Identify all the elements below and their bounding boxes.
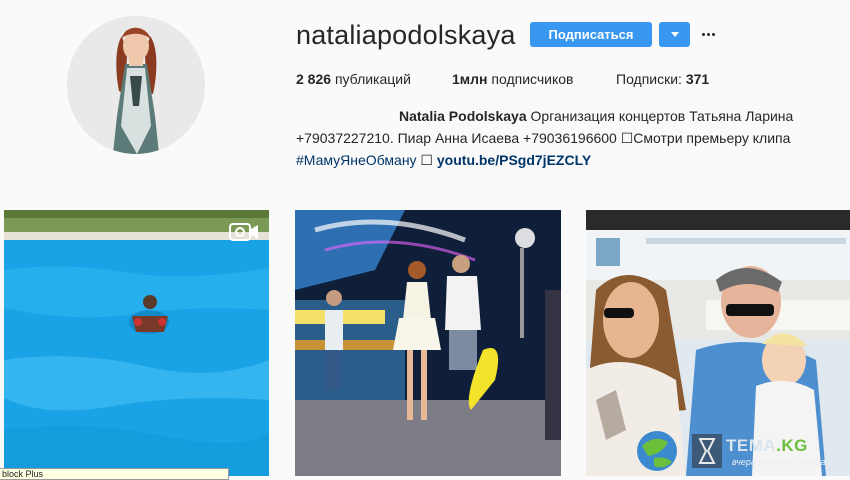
- chevron-down-icon: [670, 32, 679, 37]
- followers-label: подписчиков: [491, 71, 574, 87]
- video-icon: [229, 223, 258, 241]
- post-thumbnail-2[interactable]: [295, 210, 561, 476]
- follow-button[interactable]: Подписаться: [530, 22, 652, 47]
- bio-line-3: #МамуЯнеОбману ☐ youtu.be/PSgd7jEZCLY: [296, 152, 591, 169]
- extension-tooltip: block Plus: [0, 468, 229, 480]
- followers-count: 1млн: [452, 71, 488, 87]
- bio-line-2: +79037227210. Пиар Анна Исаева +79036196…: [296, 130, 791, 146]
- more-icon: [701, 32, 715, 36]
- bio-line-1: Natalia Podolskaya Организация концертов…: [399, 108, 793, 124]
- more-options-button[interactable]: [700, 26, 716, 42]
- watermark-title-a: TEMA: [726, 436, 777, 455]
- watermark-subtitle: вчера сегодня завтра: [732, 457, 826, 467]
- bio-hashtag-link[interactable]: #МамуЯнеОбману: [296, 152, 417, 168]
- profile-username: nataliapodolskaya: [296, 20, 516, 50]
- posts-label: публикаций: [334, 71, 411, 87]
- profile-avatar: [67, 16, 205, 154]
- following-count: 371: [685, 71, 710, 87]
- stat-following[interactable]: Подписки: 371: [616, 71, 709, 87]
- suggestions-dropdown-button[interactable]: [659, 22, 690, 47]
- watermark-title: TEMA.KG: [726, 436, 808, 456]
- stat-followers[interactable]: 1млн подписчиков: [452, 71, 573, 87]
- watermark-logo: TEMA.KG вчера сегодня завтра: [628, 424, 850, 478]
- bio-full-name: Natalia Podolskaya: [399, 108, 527, 124]
- watermark-title-b: .KG: [776, 436, 808, 455]
- globe-icon: [637, 431, 677, 471]
- following-label: Подписки:: [616, 71, 682, 87]
- hourglass-icon: [692, 434, 722, 468]
- stat-posts: 2 826 публикаций: [296, 71, 411, 87]
- post-thumbnail-1[interactable]: [4, 210, 269, 476]
- bio-text-1: Организация концертов Татьяна Ларина: [526, 108, 794, 124]
- bio-external-link[interactable]: youtu.be/PSgd7jEZCLY: [437, 152, 591, 168]
- bio-box-glyph: ☐: [416, 152, 437, 168]
- posts-count: 2 826: [296, 71, 332, 87]
